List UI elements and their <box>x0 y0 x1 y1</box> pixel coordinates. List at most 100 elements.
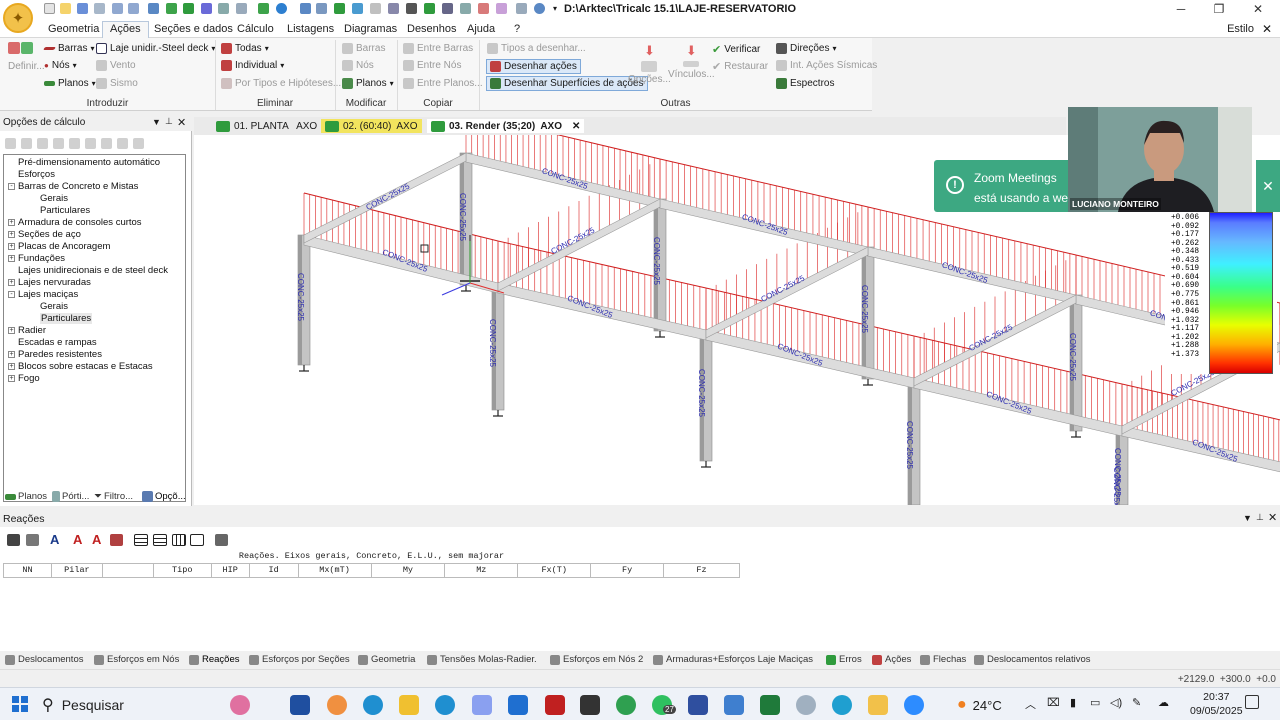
result-tab[interactable]: Tensões Molas-Radier. <box>427 654 537 665</box>
pin-icon[interactable]: ⊥ <box>165 116 173 127</box>
format-icon[interactable] <box>110 534 123 546</box>
column-header[interactable] <box>101 564 154 578</box>
tipos-desenhar-button[interactable]: Tipos a desenhar... <box>487 43 586 54</box>
weather-widget[interactable]: ● 24°C <box>957 696 1002 714</box>
result-tab[interactable]: Flechas <box>920 654 966 665</box>
tree-item[interactable]: Esforços <box>4 169 185 181</box>
expand-icon[interactable]: + <box>8 242 15 250</box>
print-icon[interactable] <box>94 3 105 14</box>
word-icon[interactable] <box>508 695 528 715</box>
tool-icon[interactable] <box>5 138 16 149</box>
tool-icon[interactable] <box>370 3 381 14</box>
zoom-notification[interactable]: ! Zoom Meetings está usando a wel <box>934 160 1084 212</box>
font-icon[interactable]: A <box>50 532 59 547</box>
tree-item[interactable]: + Paredes resistentes <box>4 349 185 361</box>
minimize-icon[interactable]: ─ <box>1173 2 1189 16</box>
telegram-icon[interactable] <box>832 695 852 715</box>
individual-button[interactable]: Individual ▾ <box>221 60 284 71</box>
opcoes-button[interactable]: ⬇ Opções... <box>628 43 671 85</box>
result-tab[interactable]: Esforços por Seções <box>249 654 350 665</box>
planos-button[interactable]: Planos ▾ <box>44 78 96 89</box>
menu-desenhos[interactable]: Desenhos <box>407 23 457 35</box>
cube-icon[interactable] <box>166 3 177 14</box>
mod-planos-button[interactable]: Planos ▾ <box>342 78 394 89</box>
chevron-down-icon[interactable]: ▾ <box>553 4 557 13</box>
stairs-icon[interactable] <box>460 3 471 14</box>
result-tab[interactable]: Deslocamentos <box>5 654 83 665</box>
tree-item[interactable]: + Seções de aço <box>4 229 185 241</box>
result-tab[interactable]: Esforços em Nós <box>94 654 179 665</box>
mod-barras-button[interactable]: Barras <box>342 43 385 54</box>
export-icon[interactable] <box>26 534 39 546</box>
highlight-icon[interactable]: A <box>92 532 101 547</box>
tipos-hipoteses-button[interactable]: Por Tipos e Hipóteses... <box>221 78 341 89</box>
column-header[interactable]: Fx(T) <box>517 564 592 578</box>
menu-help[interactable]: ? <box>514 23 520 35</box>
filter-icon[interactable] <box>516 3 527 14</box>
tricalc-icon[interactable] <box>868 695 888 715</box>
rebar-icon[interactable] <box>478 3 489 14</box>
save-icon[interactable] <box>77 3 88 14</box>
column-header[interactable]: Tipo <box>152 564 212 578</box>
redo-icon[interactable] <box>128 3 139 14</box>
column-header[interactable]: HIP <box>210 564 250 578</box>
close-icon[interactable]: ✕ <box>1268 511 1277 524</box>
sismo-button[interactable]: Sismo <box>96 78 138 89</box>
result-tab[interactable]: Armaduras+Esforços Laje Maciças <box>653 654 813 665</box>
collapse-icon[interactable]: - <box>8 182 15 190</box>
result-tab[interactable]: Deslocamentos relativos <box>974 654 1091 665</box>
tool-icon[interactable] <box>133 138 144 149</box>
tree-item[interactable]: Gerais <box>4 193 185 205</box>
font-color-icon[interactable]: A <box>73 532 82 547</box>
column-header[interactable]: Fz <box>663 564 740 578</box>
tree-item[interactable]: - Lajes maciças <box>4 289 185 301</box>
collapse-icon[interactable]: - <box>8 290 15 298</box>
tab-render[interactable]: 03. Render (35;20) AXO ✕ <box>427 119 585 133</box>
nos-button[interactable]: ● Nós ▾ <box>44 60 77 71</box>
close-icon[interactable]: ✕ <box>177 116 186 129</box>
zoom-icon[interactable] <box>904 695 924 715</box>
column-header[interactable]: Fy <box>590 564 665 578</box>
cloud-icon[interactable]: ☁ <box>1158 696 1169 709</box>
tree-item[interactable]: + Radier <box>4 325 185 337</box>
panel-icon[interactable] <box>300 3 311 14</box>
menu-secoes[interactable]: Seções e dados <box>154 23 233 35</box>
barras-button[interactable]: Barras ▾ <box>43 43 94 54</box>
pdf-icon[interactable] <box>545 695 565 715</box>
expand-icon[interactable]: + <box>8 326 15 334</box>
result-tab[interactable]: Erros <box>826 654 862 665</box>
new-file-icon[interactable] <box>44 3 55 14</box>
chevron-down-icon[interactable]: ▼ <box>1243 513 1252 523</box>
rows-icon[interactable] <box>153 534 167 546</box>
columns-icon[interactable] <box>172 534 186 546</box>
tab-planos[interactable]: Planos <box>5 491 47 502</box>
menu-calculo[interactable]: Cálculo <box>237 23 274 35</box>
axes-icon[interactable] <box>201 3 212 14</box>
result-tab[interactable]: Reações <box>189 654 240 665</box>
snipping-icon[interactable] <box>580 695 600 715</box>
column-header[interactable]: My <box>370 564 446 578</box>
tool-icon[interactable] <box>101 138 112 149</box>
chevron-up-icon[interactable]: ︿ <box>1025 696 1036 712</box>
lock-icon[interactable]: ▮ <box>1070 696 1076 709</box>
tree-item[interactable]: + Fundações <box>4 253 185 265</box>
tab-filtro[interactable]: ⏷ Filtro... <box>94 491 133 502</box>
undo-icon[interactable] <box>112 3 123 14</box>
definir-button[interactable]: Definir... <box>8 42 45 72</box>
eraser-icon[interactable] <box>496 3 507 14</box>
chevron-down-icon[interactable]: ▼ <box>152 117 161 127</box>
tree-item[interactable]: + Lajes nervuradas <box>4 277 185 289</box>
app-icon[interactable] <box>472 695 492 715</box>
network-icon[interactable]: ▭ <box>1090 696 1100 709</box>
tool-icon[interactable] <box>85 138 96 149</box>
file-explorer-icon[interactable] <box>399 695 419 715</box>
close-icon[interactable]: ✕ <box>1250 2 1266 16</box>
copy-nos-button[interactable]: Entre Nós <box>403 60 461 71</box>
restaurar-button[interactable]: ✔ Restaurar <box>712 60 768 73</box>
taskbar-search[interactable]: ⚲ Pesquisar <box>42 692 214 717</box>
menu-diagramas[interactable]: Diagramas <box>344 23 397 35</box>
table-icon[interactable] <box>134 534 148 546</box>
widget-icon[interactable] <box>230 695 250 715</box>
expand-icon[interactable]: + <box>8 218 15 226</box>
menu-acoes[interactable]: Ações <box>102 21 149 38</box>
